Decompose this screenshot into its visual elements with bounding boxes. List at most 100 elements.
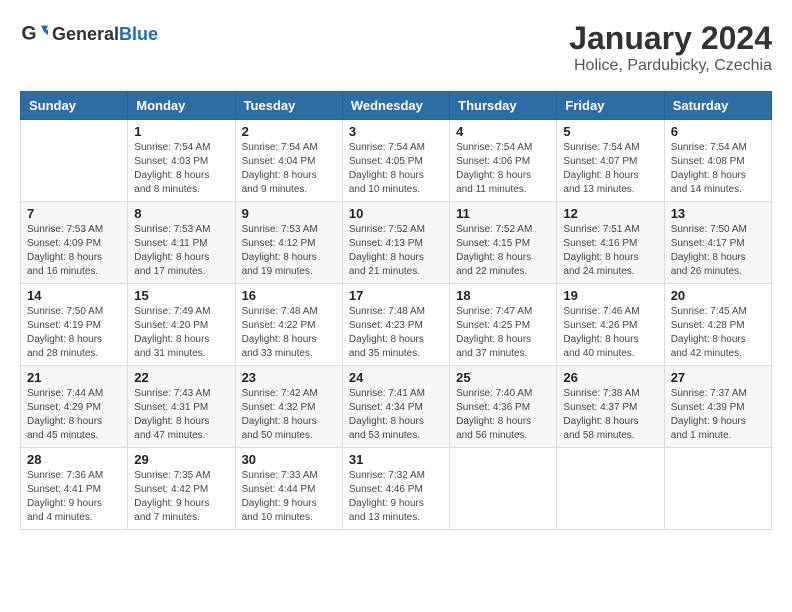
day-info: Sunrise: 7:43 AM Sunset: 4:31 PM Dayligh… (134, 387, 228, 443)
svg-text:G: G (21, 23, 36, 45)
day-info: Sunrise: 7:53 AM Sunset: 4:11 PM Dayligh… (134, 223, 228, 279)
col-header-wednesday: Wednesday (342, 92, 449, 120)
day-cell: 19 Sunrise: 7:46 AM Sunset: 4:26 PM Dayli… (557, 284, 664, 366)
day-number: 13 (671, 206, 765, 221)
day-cell: 13Sunrise: 7:50 AM Sunset: 4:17 PM Dayli… (664, 202, 771, 284)
day-cell: 20Sunrise: 7:45 AM Sunset: 4:28 PM Dayli… (664, 284, 771, 366)
day-info: Sunrise: 7:32 AM Sunset: 4:46 PM Dayligh… (349, 469, 443, 525)
day-cell (450, 448, 557, 530)
logo-blue: Blue (119, 24, 158, 44)
day-number: 8 (134, 206, 228, 221)
day-number: 4 (456, 124, 550, 139)
day-cell: 2Sunrise: 7:54 AM Sunset: 4:04 PM Daylig… (235, 120, 342, 202)
day-cell: 17Sunrise: 7:48 AM Sunset: 4:23 PM Dayli… (342, 284, 449, 366)
logo: G GeneralBlue (20, 20, 158, 48)
title-area: January 2024 Holice, Pardubicky, Czechia (569, 20, 772, 75)
day-cell: 14Sunrise: 7:50 AM Sunset: 4:19 PM Dayli… (21, 284, 128, 366)
day-info: Sunrise: 7:38 AM Sunset: 4:37 PM Dayligh… (563, 387, 657, 443)
day-info: Sunrise: 7:50 AM Sunset: 4:19 PM Dayligh… (27, 305, 121, 361)
day-cell: 15Sunrise: 7:49 AM Sunset: 4:20 PM Dayli… (128, 284, 235, 366)
day-cell (21, 120, 128, 202)
day-cell: 22 Sunrise: 7:43 AM Sunset: 4:31 PM Dayli… (128, 366, 235, 448)
day-info: Sunrise: 7:54 AM Sunset: 4:05 PM Dayligh… (349, 141, 443, 197)
day-info: Sunrise: 7:46 AM Sunset: 4:26 PM Dayligh… (563, 305, 657, 361)
day-number: 31 (349, 452, 443, 467)
day-number: 6 (671, 124, 765, 139)
day-info: Sunrise: 7:42 AM Sunset: 4:32 PM Dayligh… (242, 387, 336, 443)
header: G GeneralBlue January 2024 Holice, Pardu… (20, 20, 772, 75)
calendar-title: January 2024 (569, 20, 772, 57)
day-info: Sunrise: 7:54 AM Sunset: 4:06 PM Dayligh… (456, 141, 550, 197)
week-row-3: 14Sunrise: 7:50 AM Sunset: 4:19 PM Dayli… (21, 284, 772, 366)
day-number: 7 (27, 206, 121, 221)
day-cell: 3 Sunrise: 7:54 AM Sunset: 4:05 PM Daylig… (342, 120, 449, 202)
day-number: 22 (134, 370, 228, 385)
calendar-table: SundayMondayTuesdayWednesdayThursdayFrid… (20, 91, 772, 530)
day-info: Sunrise: 7:48 AM Sunset: 4:22 PM Dayligh… (242, 305, 336, 361)
day-cell: 11 Sunrise: 7:52 AM Sunset: 4:15 PM Dayli… (450, 202, 557, 284)
day-number: 27 (671, 370, 765, 385)
day-cell: 25 Sunrise: 7:40 AM Sunset: 4:36 PM Dayli… (450, 366, 557, 448)
day-info: Sunrise: 7:54 AM Sunset: 4:07 PM Dayligh… (563, 141, 657, 197)
week-row-5: 28 Sunrise: 7:36 AM Sunset: 4:41 PM Dayli… (21, 448, 772, 530)
day-cell: 4 Sunrise: 7:54 AM Sunset: 4:06 PM Daylig… (450, 120, 557, 202)
week-row-2: 7 Sunrise: 7:53 AM Sunset: 4:09 PM Daylig… (21, 202, 772, 284)
day-number: 15 (134, 288, 228, 303)
day-cell: 27 Sunrise: 7:37 AM Sunset: 4:39 PM Dayli… (664, 366, 771, 448)
day-cell: 30 Sunrise: 7:33 AM Sunset: 4:44 PM Dayli… (235, 448, 342, 530)
day-info: Sunrise: 7:41 AM Sunset: 4:34 PM Dayligh… (349, 387, 443, 443)
day-cell: 18Sunrise: 7:47 AM Sunset: 4:25 PM Dayli… (450, 284, 557, 366)
day-number: 30 (242, 452, 336, 467)
day-info: Sunrise: 7:37 AM Sunset: 4:39 PM Dayligh… (671, 387, 765, 443)
day-info: Sunrise: 7:51 AM Sunset: 4:16 PM Dayligh… (563, 223, 657, 279)
day-info: Sunrise: 7:54 AM Sunset: 4:04 PM Dayligh… (242, 141, 336, 197)
day-cell: 21Sunrise: 7:44 AM Sunset: 4:29 PM Dayli… (21, 366, 128, 448)
day-info: Sunrise: 7:52 AM Sunset: 4:13 PM Dayligh… (349, 223, 443, 279)
col-header-friday: Friday (557, 92, 664, 120)
day-cell (557, 448, 664, 530)
day-cell: 6Sunrise: 7:54 AM Sunset: 4:08 PM Daylig… (664, 120, 771, 202)
day-cell: 8 Sunrise: 7:53 AM Sunset: 4:11 PM Daylig… (128, 202, 235, 284)
day-number: 25 (456, 370, 550, 385)
day-cell: 10 Sunrise: 7:52 AM Sunset: 4:13 PM Dayli… (342, 202, 449, 284)
day-number: 18 (456, 288, 550, 303)
day-number: 19 (563, 288, 657, 303)
day-number: 16 (242, 288, 336, 303)
day-info: Sunrise: 7:54 AM Sunset: 4:03 PM Dayligh… (134, 141, 228, 197)
day-number: 17 (349, 288, 443, 303)
day-number: 10 (349, 206, 443, 221)
day-number: 1 (134, 124, 228, 139)
day-number: 3 (349, 124, 443, 139)
day-cell: 26 Sunrise: 7:38 AM Sunset: 4:37 PM Dayli… (557, 366, 664, 448)
day-cell: 9Sunrise: 7:53 AM Sunset: 4:12 PM Daylig… (235, 202, 342, 284)
day-cell: 31 Sunrise: 7:32 AM Sunset: 4:46 PM Dayli… (342, 448, 449, 530)
day-cell: 23 Sunrise: 7:42 AM Sunset: 4:32 PM Dayli… (235, 366, 342, 448)
day-number: 26 (563, 370, 657, 385)
col-header-sunday: Sunday (21, 92, 128, 120)
day-number: 12 (563, 206, 657, 221)
day-number: 29 (134, 452, 228, 467)
day-number: 5 (563, 124, 657, 139)
day-number: 9 (242, 206, 336, 221)
day-number: 11 (456, 206, 550, 221)
day-info: Sunrise: 7:40 AM Sunset: 4:36 PM Dayligh… (456, 387, 550, 443)
day-cell: 28 Sunrise: 7:36 AM Sunset: 4:41 PM Dayli… (21, 448, 128, 530)
day-number: 21 (27, 370, 121, 385)
day-info: Sunrise: 7:53 AM Sunset: 4:09 PM Dayligh… (27, 223, 121, 279)
col-header-saturday: Saturday (664, 92, 771, 120)
day-cell: 1 Sunrise: 7:54 AM Sunset: 4:03 PM Daylig… (128, 120, 235, 202)
day-number: 23 (242, 370, 336, 385)
day-number: 28 (27, 452, 121, 467)
calendar-subtitle: Holice, Pardubicky, Czechia (569, 57, 772, 75)
week-row-1: 1 Sunrise: 7:54 AM Sunset: 4:03 PM Daylig… (21, 120, 772, 202)
header-row: SundayMondayTuesdayWednesdayThursdayFrid… (21, 92, 772, 120)
logo-icon: G (20, 20, 48, 48)
day-info: Sunrise: 7:36 AM Sunset: 4:41 PM Dayligh… (27, 469, 121, 525)
day-cell (664, 448, 771, 530)
day-info: Sunrise: 7:52 AM Sunset: 4:15 PM Dayligh… (456, 223, 550, 279)
day-cell: 5 Sunrise: 7:54 AM Sunset: 4:07 PM Daylig… (557, 120, 664, 202)
day-cell: 12 Sunrise: 7:51 AM Sunset: 4:16 PM Dayli… (557, 202, 664, 284)
col-header-monday: Monday (128, 92, 235, 120)
day-info: Sunrise: 7:33 AM Sunset: 4:44 PM Dayligh… (242, 469, 336, 525)
day-number: 20 (671, 288, 765, 303)
